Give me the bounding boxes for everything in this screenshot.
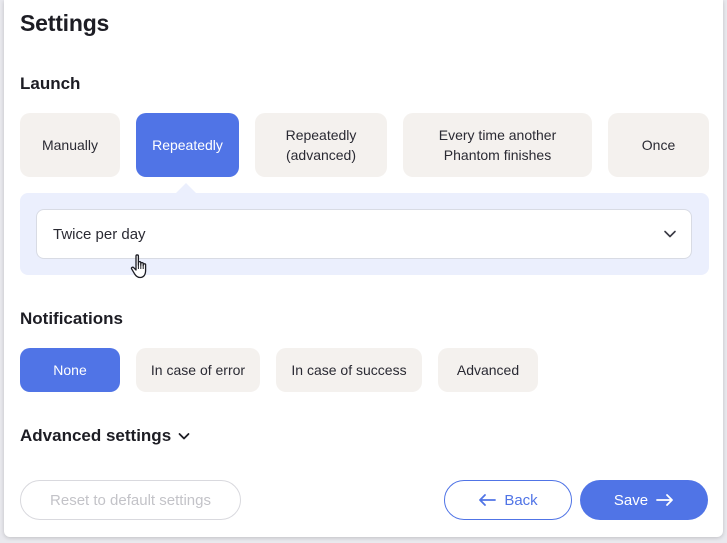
- notifications-section-title: Notifications: [20, 309, 123, 328]
- hand-pointer-icon: [130, 254, 147, 279]
- back-button-label: Back: [504, 491, 538, 509]
- launch-section-title: Launch: [20, 74, 81, 93]
- launch-option-repeatedly-advanced[interactable]: Repeatedly (advanced): [255, 113, 387, 177]
- notification-option-advanced[interactable]: Advanced: [438, 348, 538, 392]
- arrow-left-icon: [479, 494, 497, 506]
- launch-option-after-phantom[interactable]: Every time another Phantom finishes: [403, 113, 592, 177]
- page-title: Settings: [20, 10, 110, 36]
- launch-option-manually[interactable]: Manually: [20, 113, 120, 177]
- launch-option-repeatedly[interactable]: Repeatedly: [136, 113, 239, 177]
- advanced-settings-toggle[interactable]: Advanced settings: [20, 426, 191, 446]
- notification-option-none[interactable]: None: [20, 348, 120, 392]
- frequency-select-value: Twice per day: [53, 225, 146, 243]
- launch-option-once[interactable]: Once: [608, 113, 709, 177]
- back-button[interactable]: Back: [444, 480, 572, 520]
- chevron-down-icon: [664, 230, 676, 238]
- reset-button[interactable]: Reset to default settings: [20, 480, 241, 520]
- settings-panel: Settings Launch Manually Repeatedly Repe…: [4, 0, 723, 537]
- chevron-down-icon: [178, 433, 190, 440]
- reset-button-label: Reset to default settings: [50, 491, 211, 509]
- arrow-right-icon: [656, 494, 673, 506]
- frequency-select[interactable]: Twice per day: [36, 209, 692, 259]
- notification-option-success[interactable]: In case of success: [276, 348, 422, 392]
- notification-option-error[interactable]: In case of error: [136, 348, 260, 392]
- advanced-settings-label: Advanced settings: [20, 426, 172, 445]
- save-button-label: Save: [613, 491, 649, 509]
- save-button[interactable]: Save: [580, 480, 708, 520]
